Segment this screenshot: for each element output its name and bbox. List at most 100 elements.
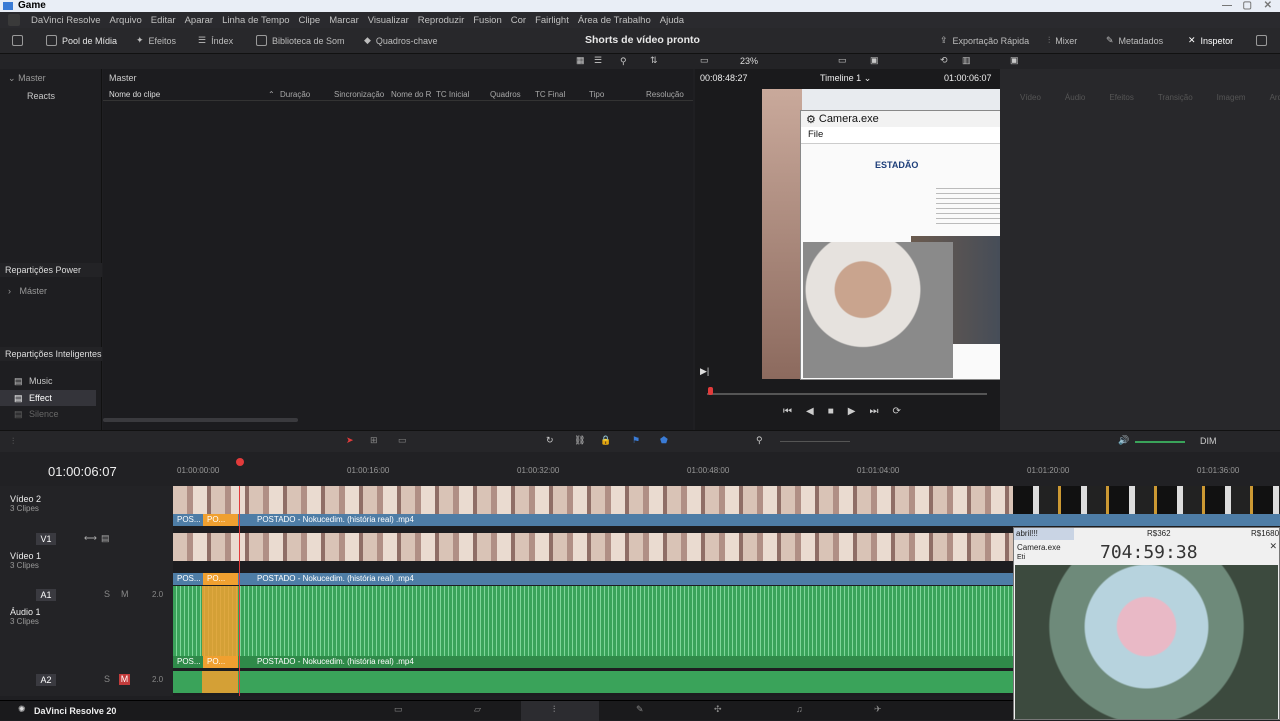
col-resolucao[interactable]: Resolução — [646, 90, 684, 99]
audio1-selected-clip[interactable] — [202, 586, 238, 656]
fullscreen-icon[interactable] — [1256, 35, 1267, 46]
color-page-icon[interactable]: ✣ — [714, 704, 722, 715]
audio1-waveform[interactable] — [173, 586, 1013, 656]
inspector-options-icon[interactable]: ▣ — [1010, 55, 1019, 66]
metadados-button[interactable]: ✎ Metadados — [1106, 35, 1163, 46]
speaker-icon[interactable]: 🔊 — [1118, 435, 1129, 446]
selection-tool-icon[interactable]: ➤ — [346, 435, 354, 446]
efeitos-button[interactable]: ✦ Efeitos — [136, 35, 176, 46]
master-bin[interactable]: ⌄ Master — [8, 73, 46, 84]
video2-clip-bar[interactable]: POS... PO... POSTADO - Nokucedim. (histó… — [173, 514, 1280, 526]
scrubber[interactable] — [707, 393, 987, 395]
menu-marcar[interactable]: Marcar — [329, 15, 359, 26]
skip-back-icon[interactable]: ⏮ — [783, 406, 792, 417]
tab-imagem[interactable]: Imagem — [1217, 93, 1246, 102]
power-bin-master[interactable]: › Máster — [8, 286, 47, 296]
mute-button[interactable]: M — [121, 589, 129, 599]
col-duracao[interactable]: Duração — [280, 90, 310, 99]
zoom-level[interactable]: 23% — [740, 56, 758, 66]
split-view-icon[interactable]: ▥ — [962, 55, 971, 66]
col-sincronizacao[interactable]: Sincronização — [334, 90, 384, 99]
play-icon[interactable]: ▶ — [848, 406, 856, 417]
track-a1-id[interactable]: A1 — [36, 589, 56, 601]
overlay-menu[interactable]: Eti — [1017, 554, 1025, 561]
dim-button[interactable]: DIM — [1200, 436, 1217, 446]
grid-view-icon[interactable]: ▦ — [576, 55, 585, 66]
mute-button-active[interactable]: M — [119, 674, 130, 685]
power-bins-header[interactable]: Repartições Power — [0, 263, 102, 277]
minimize-icon[interactable]: — — [1222, 0, 1232, 12]
solo-button[interactable]: S — [104, 589, 110, 599]
track-a2-id[interactable]: A2 — [36, 674, 56, 686]
timeline-playhead-line[interactable] — [239, 486, 240, 696]
play-reverse-icon[interactable]: ◀ — [806, 406, 814, 417]
loop-icon[interactable]: ⟳ — [892, 406, 900, 417]
menu-visualizar[interactable]: Visualizar — [368, 15, 409, 26]
menu-fusion[interactable]: Fusion — [473, 15, 502, 26]
tab-audio[interactable]: Áudio — [1065, 93, 1085, 102]
audio1-clip-bar[interactable]: POS... PO... POSTADO - Nokucedim. (histó… — [173, 656, 1013, 668]
viewer-mode-icon[interactable]: ▭ — [700, 55, 709, 66]
smart-bin-effect[interactable]: ▤ Effect — [0, 390, 96, 406]
tab-arquivo[interactable]: Arquivo — [1270, 93, 1280, 102]
index-button[interactable]: ☰ Índex — [198, 35, 233, 46]
solo-button[interactable]: S — [104, 674, 110, 684]
smart-bins-header[interactable]: Repartições Inteligentes — [0, 347, 102, 361]
list-view-icon[interactable]: ☰ — [594, 55, 602, 66]
tab-efeitos[interactable]: Efeitos — [1109, 93, 1133, 102]
menu-aparar[interactable]: Aparar — [185, 15, 214, 26]
menu-arquivo[interactable]: Arquivo — [110, 15, 142, 26]
close-icon[interactable]: ✕ — [1264, 0, 1272, 12]
video1-clip-bar[interactable]: POS... PO... POSTADO - Nokucedim. (histó… — [173, 573, 1013, 585]
volume-slider[interactable] — [1135, 441, 1185, 443]
search-icon[interactable]: ⚲ — [620, 56, 627, 67]
menu-ajuda[interactable]: Ajuda — [660, 15, 684, 26]
play-in-out-icon[interactable]: ▶| — [700, 366, 709, 377]
quadros-chave-button[interactable]: ◆ Quadros-chave — [364, 35, 437, 46]
stop-icon[interactable]: ■ — [828, 406, 834, 417]
biblioteca-de-som-button[interactable]: Biblioteca de Som — [256, 35, 345, 46]
zoom-icon[interactable]: ⚲ — [756, 435, 763, 446]
snapping-icon[interactable]: ↻ — [546, 435, 554, 446]
safe-area-icon[interactable]: ▭ — [838, 55, 847, 66]
auto-select-icon[interactable]: ⟷ — [84, 533, 97, 544]
flag-icon[interactable]: ⚑ — [632, 435, 640, 446]
timeline-selector[interactable]: Timeline 1 ⌄ — [820, 73, 871, 84]
viewer-options-icon[interactable]: ▣ — [870, 55, 879, 66]
sort-asc-icon[interactable]: ⌃ — [268, 90, 275, 99]
pool-de-midia-button[interactable]: Pool de Mídia — [46, 35, 117, 46]
trim-tool-icon[interactable]: ⊞ — [370, 435, 378, 446]
col-tc-final[interactable]: TC Final — [535, 90, 565, 99]
mixer-button[interactable]: ⫶ Mixer — [1048, 35, 1077, 46]
bin-reacts[interactable]: Reacts — [27, 91, 55, 101]
video1-clip-thumbnails[interactable] — [173, 533, 1013, 561]
layout-icon[interactable]: ⫶ — [12, 436, 14, 447]
audio2-clip[interactable] — [173, 671, 1013, 693]
exportacao-rapida-button[interactable]: ⇪ Exportação Rápida — [940, 35, 1029, 46]
deliver-page-icon[interactable]: ✈ — [874, 704, 882, 715]
menu-editar[interactable]: Editar — [151, 15, 176, 26]
menu-reproduzir[interactable]: Reproduzir — [418, 15, 464, 26]
col-tc-inicial[interactable]: TC Inicial — [436, 90, 469, 99]
sort-icon[interactable]: ⇅ — [650, 55, 658, 66]
audio2-selected-clip[interactable] — [202, 671, 238, 693]
col-nome-do-clipe[interactable]: Nome do clipe — [109, 90, 160, 99]
menu-davinci[interactable]: DaVinci Resolve — [31, 15, 101, 26]
tab-video[interactable]: Vídeo — [1020, 93, 1041, 102]
zoom-slider[interactable] — [780, 441, 850, 442]
scrubber-playhead[interactable] — [708, 387, 713, 395]
marker-icon[interactable]: ⬟ — [660, 435, 668, 446]
tab-transicao[interactable]: Transição — [1158, 93, 1193, 102]
inspetor-button[interactable]: ✕ Inspetor — [1188, 35, 1233, 46]
blade-tool-icon[interactable]: ▭ — [398, 435, 407, 446]
col-tipo[interactable]: Tipo — [589, 90, 604, 99]
transform-icon[interactable]: ⟲ — [940, 55, 948, 66]
menu-linha-de-tempo[interactable]: Linha de Tempo — [222, 15, 289, 26]
col-nome-do-r[interactable]: Nome do R — [391, 90, 431, 99]
link-icon[interactable]: ⛓ — [574, 435, 585, 446]
horizontal-scrollbar[interactable] — [103, 418, 298, 422]
panel-toggle-icon[interactable] — [12, 35, 23, 46]
col-quadros[interactable]: Quadros — [490, 90, 521, 99]
video2-clip-thumbnails[interactable] — [173, 486, 1013, 514]
camera-menu-file[interactable]: File — [808, 129, 823, 140]
